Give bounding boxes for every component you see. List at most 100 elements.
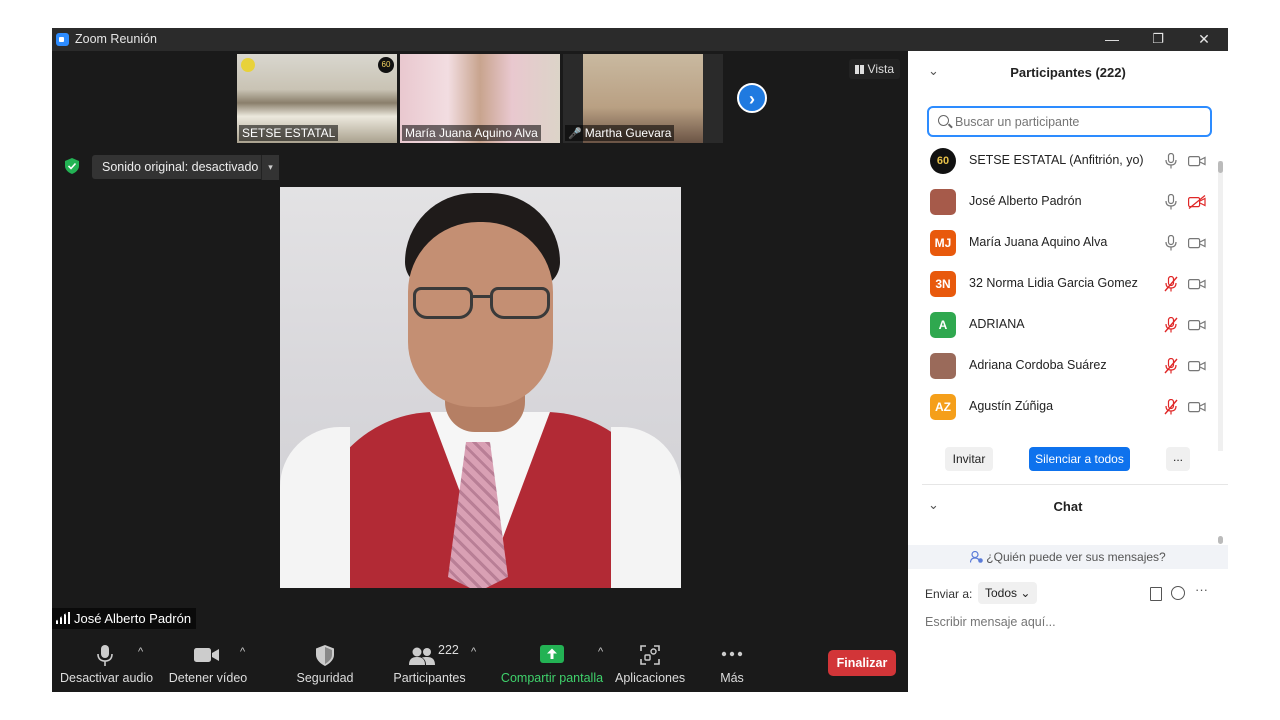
mic-muted-icon[interactable] — [1164, 276, 1178, 292]
video-stage: 60 SETSE ESTATAL María Juana Aquino Alva… — [52, 51, 908, 692]
participant-row[interactable]: AZ Agustín Zúñiga — [908, 387, 1218, 428]
close-button[interactable]: ✕ — [1181, 28, 1227, 51]
speaker-figure — [413, 287, 550, 323]
share-screen-button[interactable]: ^ Compartir pantalla — [500, 637, 604, 692]
share-options-caret-icon[interactable]: ^ — [598, 646, 603, 658]
send-to-value: Todos — [985, 586, 1018, 600]
microphone-icon[interactable] — [1164, 235, 1178, 251]
stop-video-button[interactable]: ^ Detener vídeo — [168, 637, 248, 692]
security-label: Seguridad — [296, 671, 354, 685]
apps-icon — [640, 645, 660, 665]
participant-name: 32 Norma Lidia Garcia Gomez — [969, 276, 1138, 290]
meeting-toolbar: ^ Desactivar audio ^ Detener vídeo Segur… — [52, 637, 908, 692]
grid-view-icon — [854, 65, 864, 74]
participants-button[interactable]: 222 ^ Participantes — [392, 637, 476, 692]
video-camera-icon[interactable] — [1188, 318, 1206, 332]
audio-label: Desactivar audio — [60, 671, 154, 685]
speaker-figure — [280, 427, 350, 588]
chat-message-input[interactable] — [925, 611, 1215, 633]
mic-muted-icon[interactable] — [1164, 399, 1178, 415]
signal-strength-icon — [56, 612, 70, 624]
participant-row[interactable]: Adriana Cordoba Suárez — [908, 346, 1218, 387]
send-to-dropdown[interactable]: Todos ⌄ — [978, 582, 1038, 604]
title-bar: Zoom Reunión — ❐ ✕ — [52, 28, 1228, 51]
participant-row[interactable]: José Alberto Padrón — [908, 182, 1218, 223]
audio-options-caret-icon[interactable]: ^ — [138, 646, 143, 658]
participants-options-caret-icon[interactable]: ^ — [471, 646, 476, 658]
chat-more-icon[interactable]: ··· — [1195, 582, 1208, 597]
logo-icon — [241, 58, 255, 72]
next-page-arrow-icon[interactable]: › — [737, 83, 767, 113]
original-sound-toggle[interactable]: Sonido original: desactivado — [92, 155, 269, 179]
speaker-figure — [611, 427, 681, 588]
video-thumbnail[interactable]: María Juana Aquino Alva — [400, 54, 560, 143]
zoom-window: Zoom Reunión — ❐ ✕ 60 SETSE ESTATAL Marí… — [52, 28, 1228, 692]
anniversary-badge: 60 — [378, 57, 394, 73]
participant-row[interactable]: A ADRIANA — [908, 305, 1218, 346]
share-screen-icon — [540, 645, 564, 663]
video-label: Detener vídeo — [168, 671, 248, 685]
emoji-icon[interactable] — [1171, 586, 1185, 600]
avatar — [930, 189, 956, 215]
who-can-see-messages-link[interactable]: ¿Quién puede ver sus mensajes? — [908, 545, 1228, 569]
minimize-button[interactable]: — — [1089, 28, 1135, 51]
side-panel: ⌄ Participantes (222) 60 SETSE ESTATAL (A… — [908, 51, 1228, 692]
participant-name: Adriana Cordoba Suárez — [969, 358, 1107, 372]
send-to-label: Enviar a: — [925, 587, 973, 601]
end-meeting-button[interactable]: Finalizar — [828, 650, 896, 676]
microphone-icon[interactable] — [1164, 153, 1178, 169]
participants-scrollbar[interactable] — [1218, 161, 1223, 451]
participant-name: Agustín Zúñiga — [969, 399, 1054, 413]
participant-row[interactable]: 60 SETSE ESTATAL (Anfitrión, yo) — [908, 141, 1218, 182]
participant-search-input[interactable] — [955, 112, 1200, 132]
chat-scrollbar[interactable] — [1218, 536, 1223, 544]
security-button[interactable]: Seguridad — [296, 637, 354, 692]
view-button[interactable]: Vista — [848, 59, 900, 79]
video-camera-icon[interactable] — [1188, 359, 1206, 373]
avatar: 3N — [930, 271, 956, 297]
mute-audio-button[interactable]: ^ Desactivar audio — [60, 637, 154, 692]
invite-button[interactable]: Invitar — [945, 447, 993, 471]
participant-row[interactable]: 3N 32 Norma Lidia Garcia Gomez — [908, 264, 1218, 305]
microphone-icon[interactable] — [1164, 194, 1178, 210]
video-options-caret-icon[interactable]: ^ — [240, 646, 245, 658]
more-button[interactable]: Más — [712, 637, 752, 692]
video-thumbnail[interactable]: 60 SETSE ESTATAL — [237, 54, 397, 143]
video-camera-icon[interactable] — [1188, 236, 1206, 250]
microphone-icon — [97, 645, 113, 666]
participants-more-button[interactable]: ... — [1166, 447, 1190, 471]
participant-row[interactable]: MJ María Juana Aquino Alva — [908, 223, 1218, 264]
participants-list: 60 SETSE ESTATAL (Anfitrión, yo) José Albe… — [908, 141, 1218, 431]
view-label: Vista — [867, 62, 894, 76]
mic-muted-icon[interactable] — [1164, 358, 1178, 374]
mic-muted-icon[interactable] — [1164, 317, 1178, 333]
apps-button[interactable]: Aplicaciones — [615, 637, 685, 692]
avatar: AZ — [930, 394, 956, 420]
apps-label: Aplicaciones — [615, 671, 686, 685]
participants-icon — [409, 647, 435, 665]
avatar: A — [930, 312, 956, 338]
active-speaker-name: José Alberto Padrón — [74, 611, 192, 626]
video-camera-icon — [194, 648, 219, 662]
security-shield-icon — [316, 645, 334, 666]
video-camera-icon[interactable] — [1188, 154, 1206, 168]
participant-search-box[interactable] — [927, 106, 1212, 137]
chevron-down-icon: ⌄ — [1020, 586, 1031, 600]
participant-name: José Alberto Padrón — [969, 194, 1082, 208]
thumbnail-label: 🎤 Martha Guevara — [565, 125, 675, 141]
file-icon[interactable] — [1150, 587, 1162, 601]
video-camera-icon[interactable] — [1188, 277, 1206, 291]
scrollbar-thumb[interactable] — [1218, 161, 1223, 173]
original-sound-dropdown-icon[interactable]: ▾ — [261, 155, 279, 180]
mute-all-button[interactable]: Silenciar a todos — [1029, 447, 1130, 471]
participants-panel-title: Participantes (222) — [1010, 65, 1126, 80]
security-shield-icon — [65, 158, 79, 174]
more-label: Más — [720, 671, 744, 685]
participants-label: Participantes — [393, 671, 466, 685]
video-off-icon[interactable] — [1188, 195, 1206, 209]
participant-name: María Juana Aquino Alva — [969, 235, 1108, 249]
share-label: Compartir pantalla — [500, 671, 604, 685]
video-camera-icon[interactable] — [1188, 400, 1206, 414]
video-thumbnail[interactable]: 🎤 Martha Guevara — [563, 54, 723, 143]
restore-button[interactable]: ❐ — [1135, 28, 1181, 51]
